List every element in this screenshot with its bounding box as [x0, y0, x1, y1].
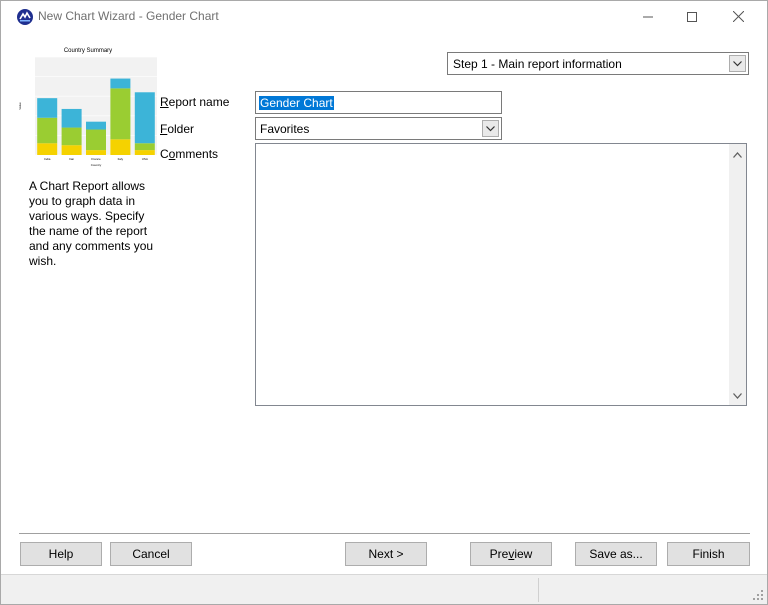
finish-button[interactable]: Finish [667, 542, 750, 566]
bar-segment [134, 143, 155, 151]
bar-segment [61, 145, 82, 155]
close-button[interactable] [715, 1, 761, 32]
chevron-down-icon [733, 60, 742, 66]
report-name-value: Gender Chart [259, 96, 334, 110]
folder-select-arrow[interactable] [482, 120, 499, 137]
scroll-down-button[interactable] [729, 387, 746, 404]
report-name-input[interactable]: Gender Chart [255, 91, 502, 114]
report-name-label: Report name [160, 95, 230, 109]
bar-segment [110, 139, 131, 155]
bar-segment [61, 108, 82, 128]
status-divider [538, 578, 539, 602]
folder-select[interactable]: Favorites [255, 117, 502, 140]
title-bar: New Chart Wizard - Gender Chart [1, 1, 767, 32]
window-title: New Chart Wizard - Gender Chart [38, 9, 219, 23]
x-tick-label: Italy [118, 157, 124, 161]
help-button[interactable]: Help [20, 542, 102, 566]
bar-segment [37, 117, 58, 144]
wizard-window: New Chart Wizard - Gender Chart Country … [0, 0, 768, 605]
preview-button[interactable]: Pre v iew [470, 542, 552, 566]
button-separator [19, 533, 750, 534]
bar-segment [37, 98, 58, 118]
chart-title: Country Summary [64, 48, 112, 54]
maximize-icon [687, 11, 697, 22]
x-axis-label: Country [91, 163, 102, 167]
scroll-up-button[interactable] [729, 146, 746, 163]
folder-label: Folder [160, 122, 195, 136]
comments-label: Comments [160, 147, 219, 161]
comments-scrollbar[interactable] [729, 144, 746, 405]
x-tick-label: India [44, 157, 51, 161]
minimize-button[interactable] [625, 1, 671, 32]
folder-select-value: Favorites [260, 122, 310, 136]
close-icon [732, 11, 744, 22]
step-select[interactable]: Step 1 - Main report information [447, 52, 749, 75]
app-icon [17, 9, 33, 25]
chevron-up-icon [733, 151, 742, 158]
bar-segment [37, 143, 58, 155]
bar-segment [85, 150, 107, 155]
step-select-arrow[interactable] [729, 55, 746, 72]
bar-segment [110, 78, 131, 89]
step-select-value: Step 1 - Main report information [453, 57, 622, 71]
maximize-button[interactable] [669, 1, 715, 32]
bar-segment [61, 127, 82, 146]
x-tick-label: USA [142, 157, 148, 161]
next-button[interactable]: Next > [345, 542, 427, 566]
cancel-button[interactable]: Cancel [110, 542, 192, 566]
x-tick-label: France [91, 157, 101, 161]
wizard-description: A Chart Report allows you to graph data … [29, 179, 154, 268]
status-bar [1, 574, 767, 604]
bar-segment [85, 121, 107, 130]
bar-segment [85, 129, 107, 151]
resize-grip-icon[interactable] [752, 589, 764, 601]
comments-textarea[interactable] [255, 143, 747, 406]
bar-segment [134, 92, 155, 144]
minimize-icon [643, 16, 653, 17]
y-axis-label: Value [18, 102, 22, 110]
chevron-down-icon [733, 392, 742, 399]
x-tick-label: Iran [69, 157, 75, 161]
chevron-down-icon [486, 125, 495, 131]
chart-preview: Country Summary India Iran France Italy USA … [18, 48, 157, 167]
bar-segment [110, 88, 131, 140]
bar-segment [134, 150, 155, 155]
save-as-button[interactable]: Save as... [575, 542, 657, 566]
